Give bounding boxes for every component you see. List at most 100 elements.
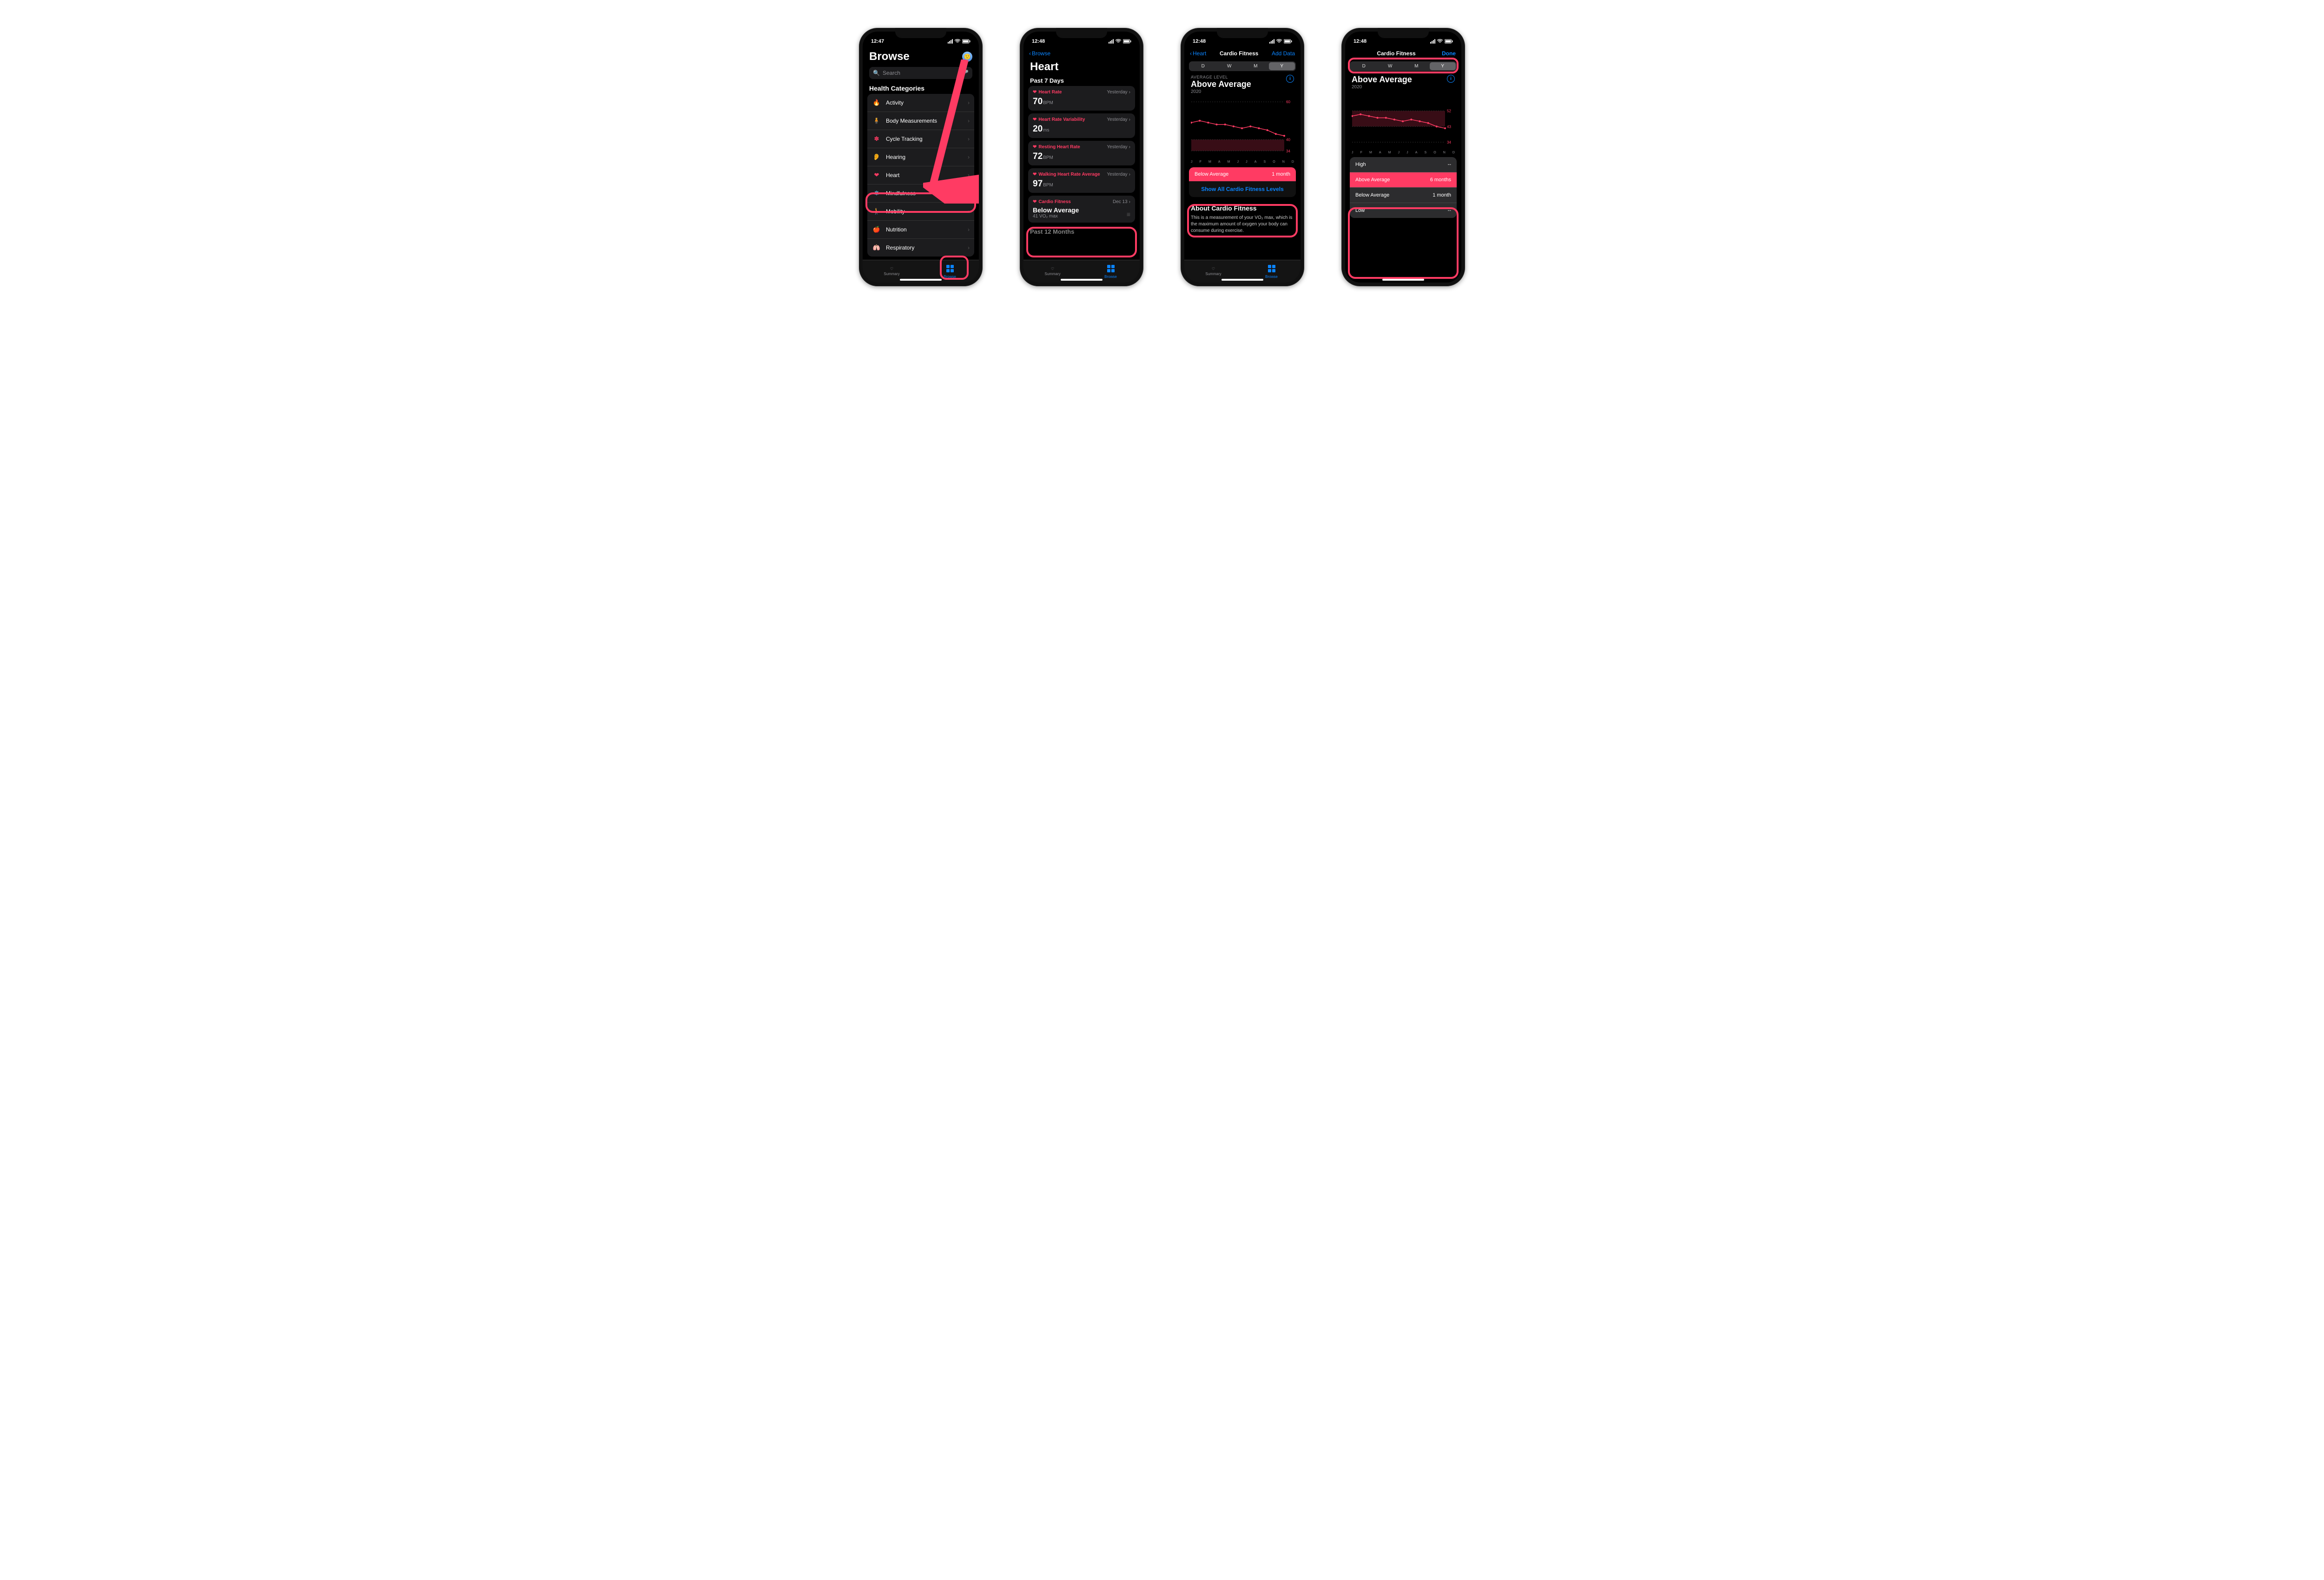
home-indicator[interactable]	[1061, 279, 1103, 281]
y-tick: 40	[1286, 138, 1290, 142]
chart-point	[1267, 129, 1268, 131]
below-average-card[interactable]: Below Average1 month Show All Cardio Fit…	[1189, 167, 1296, 197]
notch	[1217, 28, 1268, 38]
chart-point	[1233, 125, 1235, 127]
show-all-button[interactable]: Show All Cardio Fitness Levels	[1189, 181, 1296, 197]
mic-icon[interactable]: 🎤	[962, 70, 969, 76]
segment-D[interactable]: D	[1351, 62, 1377, 70]
chart-point	[1377, 117, 1379, 119]
chevron-right-icon: ›	[1129, 117, 1130, 122]
segment-Y[interactable]: Y	[1269, 62, 1295, 70]
heart-icon: ❤︎	[1033, 90, 1037, 95]
chevron-right-icon: ›	[968, 118, 970, 124]
level-above-average[interactable]: Above Average6 months	[1350, 172, 1457, 188]
metric-heart-rate-variability[interactable]: ❤︎Heart Rate VariabilityYesterday ›20ms	[1028, 113, 1135, 138]
done-button[interactable]: Done	[1442, 50, 1456, 57]
metric-when: Yesterday ›	[1107, 145, 1130, 150]
category-mobility[interactable]: 🚶Mobility›	[867, 203, 974, 221]
heart-icon: ♡	[1212, 267, 1215, 271]
device-levels: 12:48 Cardio Fitness Done DWMY Above Ave…	[1341, 28, 1465, 286]
chart-cardio[interactable]: 344060	[1191, 98, 1294, 158]
info-icon[interactable]: i	[1286, 75, 1294, 83]
status-time: 12:48	[1353, 39, 1367, 44]
category-hearing[interactable]: 👂Hearing›	[867, 148, 974, 166]
segment-W[interactable]: W	[1216, 62, 1243, 70]
search-input[interactable]: 🔍 Search 🎤	[869, 67, 972, 79]
metric-walking-heart-rate-average[interactable]: ❤︎Walking Heart Rate AverageYesterday ›9…	[1028, 168, 1135, 193]
chart-point	[1410, 118, 1412, 120]
chevron-right-icon: ›	[968, 154, 970, 160]
category-cycle-tracking[interactable]: ✽Cycle Tracking›	[867, 130, 974, 148]
metric-cardio-fitness[interactable]: ❤︎Cardio FitnessDec 13 ›Below Average41 …	[1028, 196, 1135, 223]
chevron-right-icon: ›	[968, 172, 970, 178]
segment-D[interactable]: D	[1190, 62, 1216, 70]
category-respiratory[interactable]: 🫁Respiratory›	[867, 239, 974, 257]
search-placeholder: Search	[883, 70, 959, 76]
level-duration: --	[1448, 208, 1451, 213]
segment-Y[interactable]: Y	[1430, 62, 1456, 70]
segmented-control[interactable]: DWMY	[1189, 61, 1296, 71]
category-activity[interactable]: 🔥Activity›	[867, 94, 974, 112]
notch	[1378, 28, 1429, 38]
level-high[interactable]: High--	[1350, 157, 1457, 172]
metric-when: Dec 13 ›	[1113, 199, 1130, 204]
level-low[interactable]: Low --	[1350, 203, 1457, 218]
nutrition-icon: 🍎	[872, 225, 881, 234]
x-axis-months: JFMAMJJASOND	[1345, 151, 1461, 154]
back-button[interactable]: ‹Heart	[1190, 50, 1206, 57]
chart-point	[1199, 120, 1201, 122]
y-tick: 34	[1447, 140, 1451, 145]
chart-point	[1275, 133, 1277, 135]
signal-icon	[1430, 39, 1435, 44]
chart-cardio[interactable]: 344352	[1352, 93, 1455, 149]
device-browse: 12:47 Browse 🙂 🔍 Search 🎤 Health Categor…	[859, 28, 983, 286]
chart-point	[1444, 127, 1446, 129]
metric-when: Yesterday ›	[1107, 172, 1130, 177]
category-mindfulness[interactable]: ❋Mindfulness›	[867, 184, 974, 203]
chevron-right-icon: ›	[1129, 172, 1130, 177]
level-value: Above Average	[1352, 75, 1412, 85]
level-below-average[interactable]: Below Average1 month	[1350, 188, 1457, 203]
chevron-right-icon: ›	[968, 208, 970, 215]
status-time: 12:48	[1032, 39, 1045, 44]
heart-icon: ❤︎	[872, 171, 881, 180]
home-indicator[interactable]	[1221, 279, 1263, 281]
wifi-icon	[954, 39, 961, 44]
segment-M[interactable]: M	[1242, 62, 1269, 70]
home-indicator[interactable]	[1382, 279, 1424, 281]
chevron-right-icon: ›	[968, 190, 970, 197]
heart-icon: ♡	[1051, 267, 1054, 271]
add-data-button[interactable]: Add Data	[1272, 50, 1295, 57]
levels-list: High--Above Average6 monthsBelow Average…	[1350, 157, 1457, 218]
segment-M[interactable]: M	[1403, 62, 1430, 70]
chart-point	[1385, 117, 1387, 119]
chart-point	[1216, 124, 1218, 125]
category-body-measurements[interactable]: 🧍Body Measurements›	[867, 112, 974, 130]
back-button[interactable]: ‹ Browse	[1029, 50, 1050, 57]
status-time: 12:48	[1193, 39, 1206, 44]
page-title: Heart	[1023, 59, 1140, 75]
section-categories: Health Categories	[863, 83, 979, 94]
home-indicator[interactable]	[900, 279, 942, 281]
search-icon: 🔍	[873, 70, 880, 76]
heart-icon: ❤︎	[1033, 117, 1037, 122]
metric-heart-rate[interactable]: ❤︎Heart RateYesterday ›70BPM	[1028, 86, 1135, 111]
chart-point	[1241, 127, 1243, 129]
wifi-icon	[1437, 39, 1443, 44]
info-icon[interactable]: i	[1447, 75, 1455, 83]
segment-W[interactable]: W	[1377, 62, 1404, 70]
level-duration: 1 month	[1433, 192, 1451, 198]
category-label: Cycle Tracking	[886, 136, 923, 142]
about-section: About Cardio Fitness This is a measureme…	[1184, 200, 1301, 236]
battery-icon	[962, 39, 971, 44]
level-name: Low	[1355, 208, 1365, 213]
category-heart[interactable]: ❤︎Heart›	[867, 166, 974, 184]
metric-name: ❤︎Heart Rate Variability	[1033, 117, 1085, 122]
chevron-right-icon: ›	[968, 99, 970, 106]
metric-resting-heart-rate[interactable]: ❤︎Resting Heart RateYesterday ›72BPM	[1028, 141, 1135, 165]
year-label: 2020	[1191, 89, 1251, 94]
avatar[interactable]: 🙂	[962, 52, 972, 62]
nav-title: Cardio Fitness	[1377, 50, 1415, 57]
segmented-control[interactable]: DWMY	[1350, 61, 1457, 71]
category-nutrition[interactable]: 🍎Nutrition›	[867, 221, 974, 239]
